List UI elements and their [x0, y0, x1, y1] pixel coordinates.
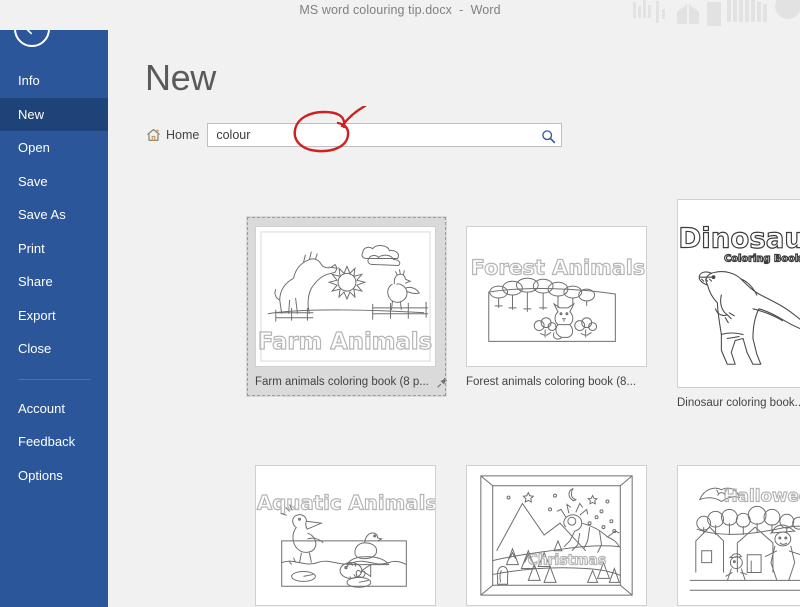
word-backstage-new-screen: MS word colouring tip.docx - Word Info N… — [0, 0, 800, 607]
sidebar-divider — [18, 378, 90, 380]
pin-icon[interactable] — [437, 377, 448, 388]
template-label: Forest animals coloring book (8... — [466, 376, 637, 388]
new-document-pane: New Home colour Farm Animals Farm animal… — [108, 30, 800, 607]
cover-subtitle: Coloring Book — [724, 253, 800, 264]
cover-title: Aquatic Animals — [257, 491, 435, 514]
backstage-sidebar: Info New Open Save Save As Print Share E… — [0, 0, 108, 607]
template-card-forest-animals[interactable]: Forest Animals Forest animals coloring b… — [457, 216, 658, 397]
template-thumbnail: Forest Animals — [466, 226, 647, 367]
window-decoration-graphic — [625, 0, 800, 30]
template-card-dinosaur[interactable]: Dinosaur Coloring Book — [668, 189, 800, 418]
template-thumbnail: Dinosaur Coloring Book — [677, 199, 800, 388]
search-button[interactable] — [539, 127, 557, 145]
template-search-row: Home — [146, 104, 574, 153]
template-grid: Farm Animals Farm animals coloring book … — [116, 168, 800, 607]
template-thumbnail: Farm Animals — [255, 226, 436, 367]
home-label: Home — [166, 128, 200, 142]
template-card-aquatic-animals[interactable]: Aquatic Animals — [246, 455, 447, 607]
sidebar-item-open[interactable]: Open — [0, 131, 108, 165]
sidebar-item-close[interactable]: Close — [0, 332, 108, 366]
sidebar-item-options[interactable]: Options — [0, 459, 108, 493]
template-thumbnail: Aquatic Animals — [255, 465, 436, 606]
title-bar: MS word colouring tip.docx - Word — [0, 0, 800, 30]
template-card-halloween[interactable]: Halloween — [668, 455, 800, 607]
home-link[interactable]: Home — [146, 128, 199, 142]
template-card-farm-animals[interactable]: Farm Animals Farm animals coloring book … — [246, 216, 448, 397]
template-thumbnail: Christmas — [466, 465, 647, 606]
sidebar-item-print[interactable]: Print — [0, 232, 108, 266]
page-title: New — [145, 57, 216, 98]
cover-title: Dinosaur — [678, 221, 800, 254]
template-label: Dinosaur coloring book... — [677, 397, 800, 409]
sidebar-item-feedback[interactable]: Feedback — [0, 425, 108, 459]
search-input[interactable] — [208, 124, 529, 146]
sidebar-item-account[interactable]: Account — [0, 392, 108, 426]
template-label-row: Dinosaur coloring book... — [677, 397, 800, 409]
search-box — [207, 104, 563, 153]
backstage-nav-list: Info New Open Save Save As Print Share E… — [0, 64, 108, 492]
template-label-row: Farm animals coloring book (8 p... — [255, 376, 448, 388]
sidebar-item-share[interactable]: Share — [0, 265, 108, 299]
cover-title: Halloween — [724, 486, 800, 506]
sidebar-item-export[interactable]: Export — [0, 299, 108, 333]
template-label-row: Forest animals coloring book (8... — [466, 376, 649, 388]
sidebar-item-save-as[interactable]: Save As — [0, 198, 108, 232]
template-thumbnail: Halloween — [677, 465, 800, 606]
cover-title: Forest Animals — [471, 255, 645, 279]
sidebar-item-new[interactable]: New — [0, 97, 108, 131]
template-card-christmas[interactable]: Christmas Christmas coloring book (8 pag… — [457, 455, 658, 607]
search-icon — [541, 129, 556, 144]
cover-title: Christmas — [528, 553, 606, 569]
sidebar-item-info[interactable]: Info — [0, 64, 108, 98]
home-icon — [146, 128, 161, 142]
cover-title: Farm Animals — [258, 329, 432, 355]
template-label: Farm animals coloring book (8 p... — [255, 376, 429, 388]
sidebar-item-save[interactable]: Save — [0, 165, 108, 199]
